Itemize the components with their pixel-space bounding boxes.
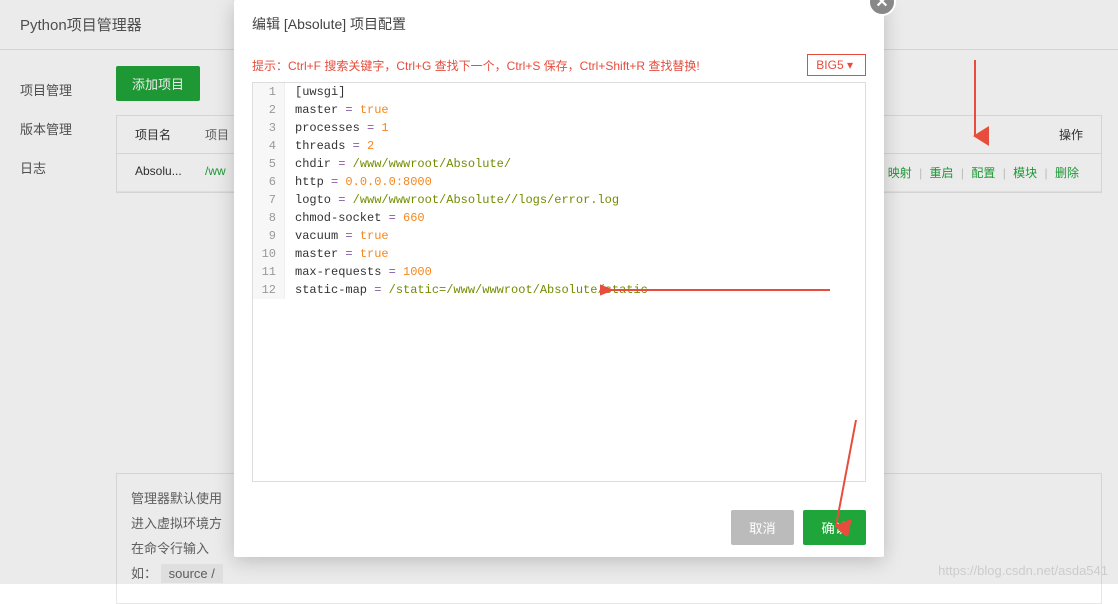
code-editor[interactable]: 1[uwsgi]2master = true3processes = 14thr… [252, 82, 866, 482]
encoding-select[interactable]: BIG5 ▾ [807, 54, 866, 76]
code-line: 2master = true [253, 101, 865, 119]
line-number: 8 [253, 209, 285, 227]
watermark: https://blog.csdn.net/asda541 [938, 563, 1108, 578]
code-line: 12static-map = /static=/www/wwwroot/Abso… [253, 281, 865, 299]
line-number: 6 [253, 173, 285, 191]
code-line: 10master = true [253, 245, 865, 263]
line-number: 12 [253, 281, 285, 299]
modal-body: 提示：Ctrl+F 搜索关键字，Ctrl+G 查找下一个，Ctrl+S 保存，C… [234, 48, 884, 498]
code-line: 4threads = 2 [253, 137, 865, 155]
code-line: 3processes = 1 [253, 119, 865, 137]
cancel-button[interactable]: 取消 [731, 510, 794, 545]
code-text: master = true [285, 101, 389, 119]
code-text: master = true [285, 245, 389, 263]
code-text: chmod-socket = 660 [285, 209, 425, 227]
modal-footer: 取消 确认 [234, 498, 884, 557]
line-number: 1 [253, 83, 285, 101]
code-line: 9vacuum = true [253, 227, 865, 245]
editor-hint: 提示：Ctrl+F 搜索关键字，Ctrl+G 查找下一个，Ctrl+S 保存，C… [252, 57, 700, 74]
line-number: 7 [253, 191, 285, 209]
code-text: max-requests = 1000 [285, 263, 432, 281]
code-text: [uwsgi] [285, 83, 345, 101]
code-text: http = 0.0.0.0:8000 [285, 173, 432, 191]
code-text: threads = 2 [285, 137, 374, 155]
line-number: 9 [253, 227, 285, 245]
editor-toolbar: 提示：Ctrl+F 搜索关键字，Ctrl+G 查找下一个，Ctrl+S 保存，C… [252, 48, 866, 82]
code-line: 7logto = /www/wwwroot/Absolute//logs/err… [253, 191, 865, 209]
line-number: 11 [253, 263, 285, 281]
modal-overlay: ✕ 编辑 [Absolute] 项目配置 提示：Ctrl+F 搜索关键字，Ctr… [0, 0, 1118, 584]
edit-config-modal: ✕ 编辑 [Absolute] 项目配置 提示：Ctrl+F 搜索关键字，Ctr… [234, 0, 884, 557]
line-number: 10 [253, 245, 285, 263]
modal-title: 编辑 [Absolute] 项目配置 [234, 0, 884, 48]
code-line: 11max-requests = 1000 [253, 263, 865, 281]
line-number: 4 [253, 137, 285, 155]
chevron-down-icon: ▾ [847, 58, 853, 72]
line-number: 3 [253, 119, 285, 137]
code-line: 1[uwsgi] [253, 83, 865, 101]
line-number: 5 [253, 155, 285, 173]
code-text: vacuum = true [285, 227, 389, 245]
code-text: chdir = /www/wwwroot/Absolute/ [285, 155, 511, 173]
code-text: static-map = /static=/www/wwwroot/Absolu… [285, 281, 648, 299]
code-line: 8chmod-socket = 660 [253, 209, 865, 227]
close-icon: ✕ [875, 0, 888, 12]
code-line: 5chdir = /www/wwwroot/Absolute/ [253, 155, 865, 173]
code-text: processes = 1 [285, 119, 389, 137]
confirm-button[interactable]: 确认 [803, 510, 866, 545]
code-line: 6http = 0.0.0.0:8000 [253, 173, 865, 191]
code-text: logto = /www/wwwroot/Absolute//logs/erro… [285, 191, 619, 209]
line-number: 2 [253, 101, 285, 119]
